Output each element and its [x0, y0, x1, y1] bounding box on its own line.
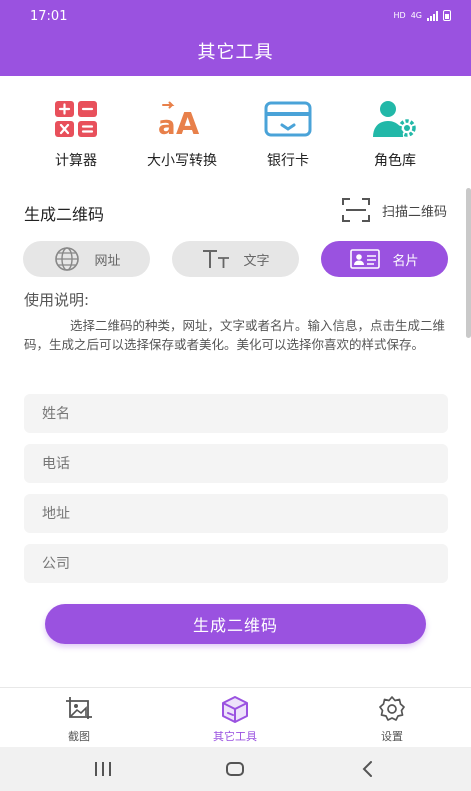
battery-icon — [443, 10, 451, 21]
usage-text: 选择二维码的种类，网址，文字或者名片。输入信息，点击生成二维码，生成之后可以选择… — [24, 318, 446, 352]
tool-calculator[interactable]: 计算器 — [21, 96, 131, 170]
tool-case-convert[interactable]: a A 大小写转换 — [127, 96, 237, 170]
case-convert-icon: a A — [158, 101, 200, 138]
tool-label: 大小写转换 — [147, 153, 217, 169]
tab-label: 设置 — [381, 730, 403, 743]
qr-type-label: 名片 — [392, 253, 419, 269]
usage-title: 使用说明: — [24, 291, 90, 309]
scan-qr-label: 扫描二维码 — [381, 204, 447, 220]
tool-role-library[interactable]: 角色库 — [340, 96, 450, 170]
tab-screenshot[interactable]: 截图 — [24, 694, 134, 744]
page-title: 其它工具 — [197, 42, 274, 63]
qr-type-label: 网址 — [94, 253, 121, 269]
status-time: 17:01 — [30, 9, 68, 24]
tool-label: 角色库 — [374, 153, 416, 169]
globe-icon — [55, 247, 80, 271]
qr-type-label: 文字 — [243, 253, 270, 269]
signal-icon — [427, 10, 438, 21]
home-icon — [226, 762, 244, 776]
qr-type-url[interactable]: 网址 — [23, 241, 150, 277]
recent-apps-icon — [95, 762, 111, 776]
tab-settings[interactable]: 设置 — [337, 694, 447, 744]
status-bar: 17:01 HD 4G — [0, 0, 471, 34]
calculator-icon — [55, 101, 97, 137]
settings-gear-icon — [379, 696, 405, 721]
address-input[interactable] — [24, 494, 448, 533]
bottom-tab-bar: 截图 其它工具 设置 — [0, 687, 471, 747]
text-size-icon — [203, 250, 230, 268]
qr-type-text[interactable]: 文字 — [172, 241, 299, 277]
tab-label: 其它工具 — [213, 730, 257, 743]
scrollbar[interactable] — [466, 188, 471, 338]
back-icon — [362, 761, 372, 777]
app-title-bar: 其它工具 — [0, 34, 471, 76]
company-input[interactable] — [24, 544, 448, 583]
svg-text:a: a — [158, 111, 176, 138]
network-type-label: HD — [393, 11, 406, 20]
back-button[interactable] — [352, 757, 382, 781]
user-gear-icon — [373, 101, 416, 137]
system-nav-bar — [0, 747, 471, 791]
status-icons: HD 4G — [394, 10, 451, 21]
tool-label: 计算器 — [55, 153, 97, 169]
recent-apps-button[interactable] — [88, 757, 118, 781]
qr-section-title: 生成二维码 — [24, 205, 105, 224]
name-input[interactable] — [24, 394, 448, 433]
tab-other-tools[interactable]: 其它工具 — [180, 694, 290, 744]
bank-card-icon — [264, 101, 312, 137]
id-card-icon — [350, 249, 381, 269]
toolbox-icon — [222, 696, 248, 723]
cell-type-label: 4G — [410, 11, 422, 20]
tool-bank-card[interactable]: 银行卡 — [233, 96, 343, 170]
home-button[interactable] — [220, 757, 250, 781]
scan-icon — [341, 198, 370, 222]
tab-label: 截图 — [68, 730, 90, 743]
phone-input[interactable] — [24, 444, 448, 483]
screenshot-icon — [66, 697, 92, 719]
qr-type-card[interactable]: 名片 — [321, 241, 448, 277]
svg-text:A: A — [176, 107, 200, 138]
generate-qr-button[interactable]: 生成二维码 — [45, 604, 426, 644]
scan-qr-button[interactable]: 扫描二维码 — [341, 198, 447, 222]
tool-label: 银行卡 — [267, 153, 309, 169]
